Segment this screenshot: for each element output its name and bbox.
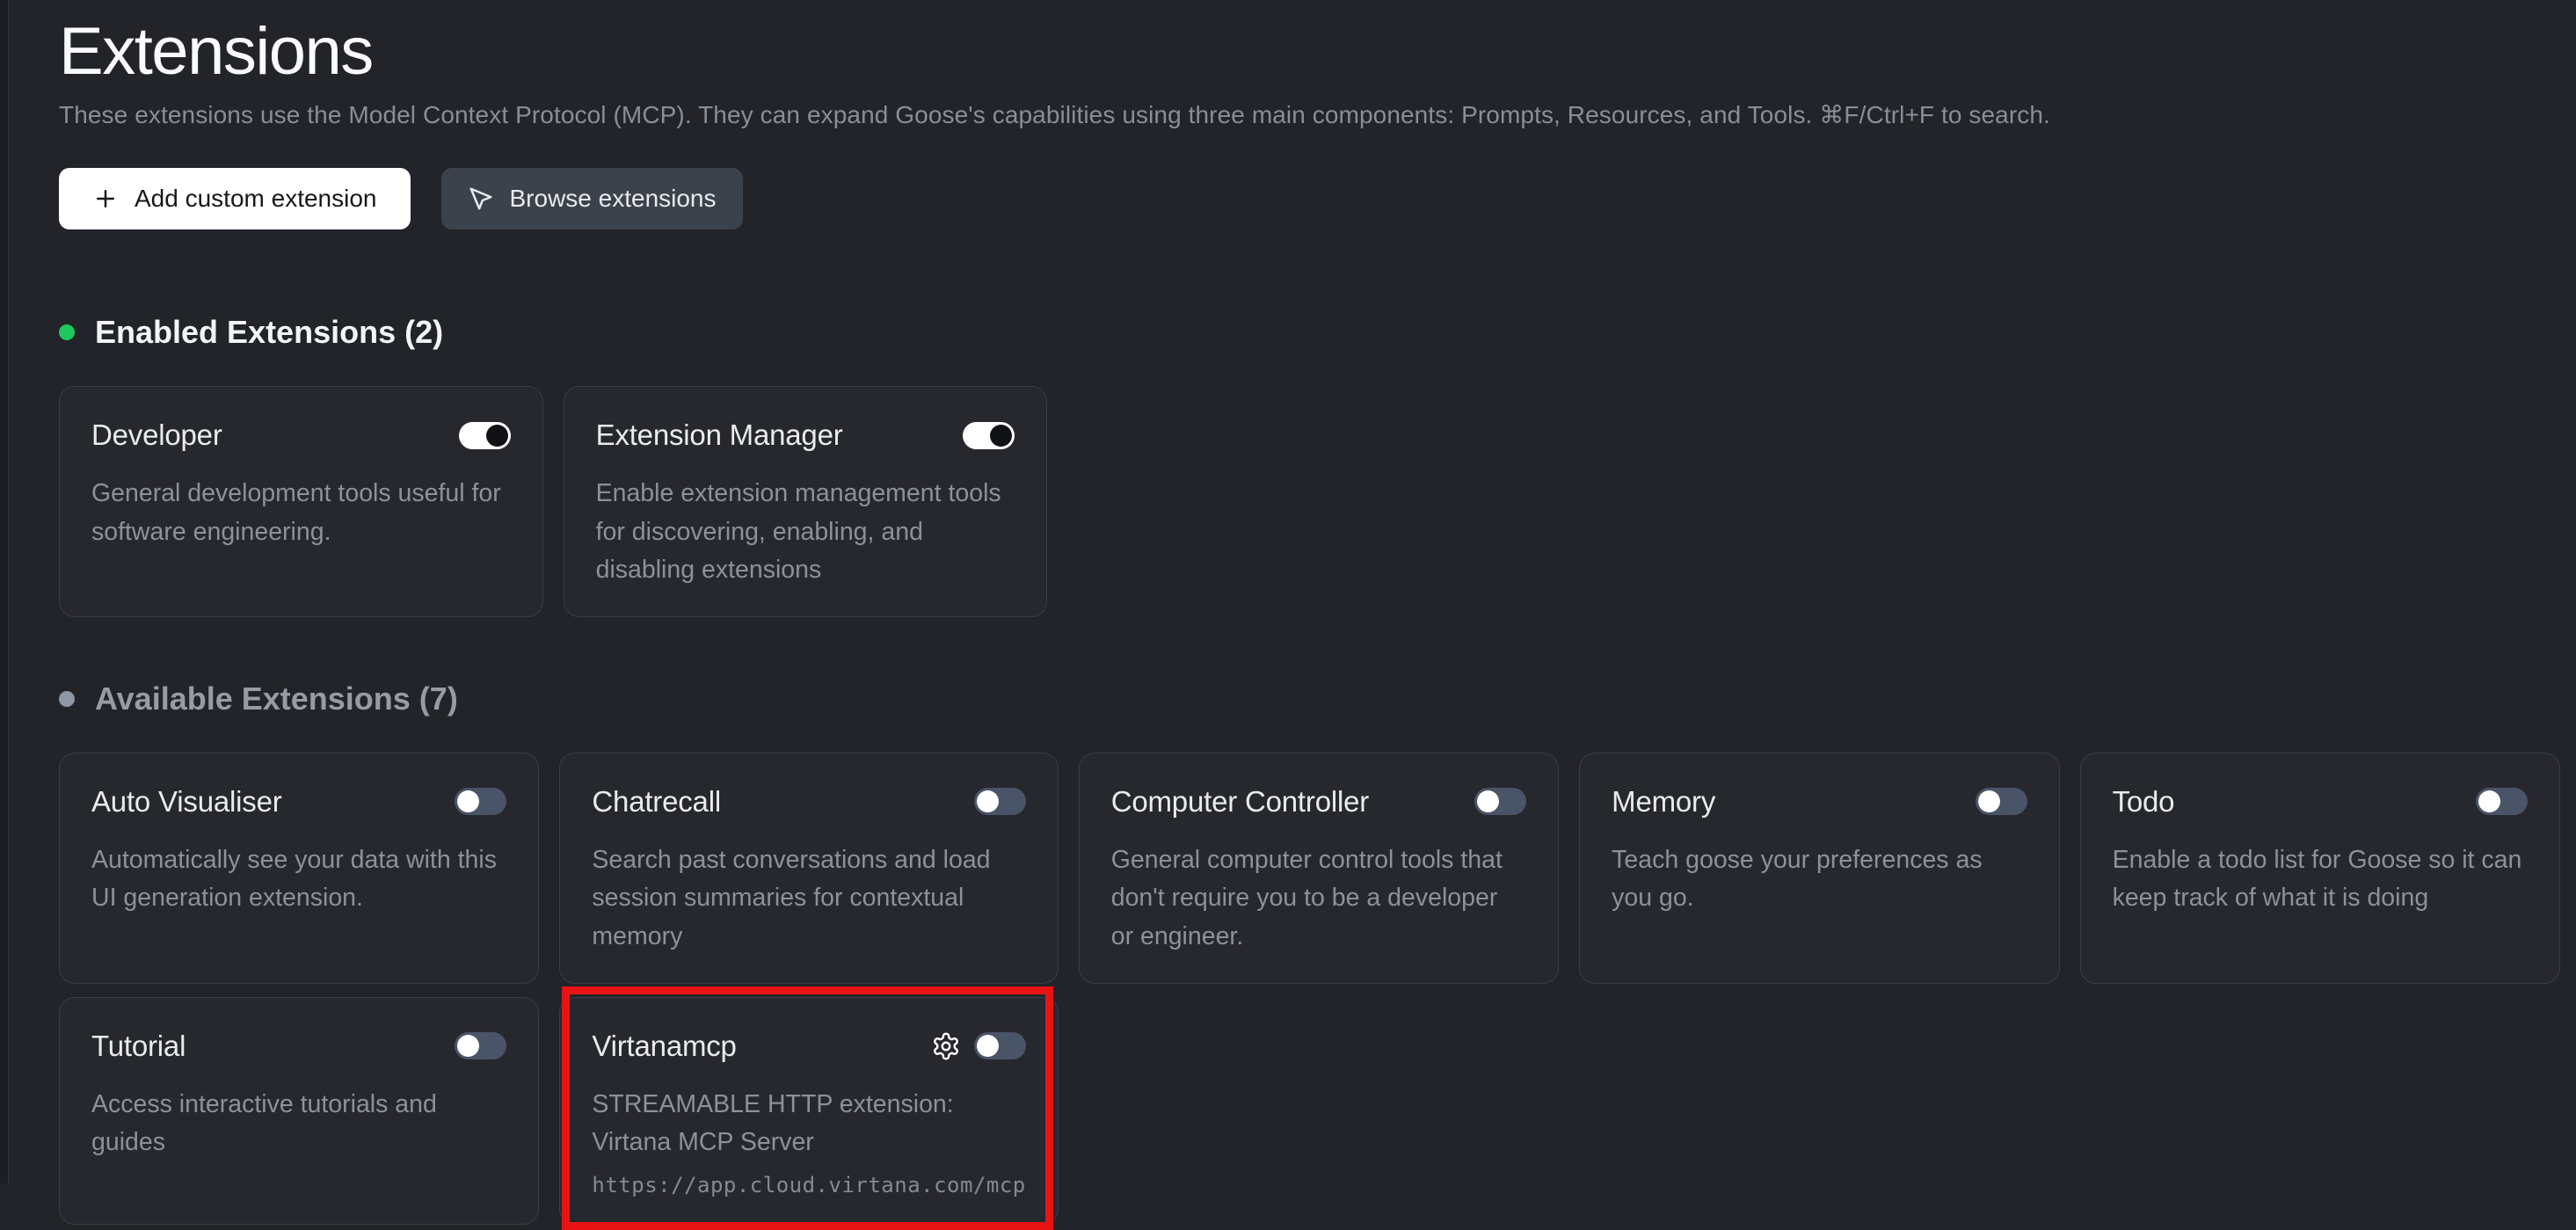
extension-card-tutorial: Tutorial Access interactive tutorials an… xyxy=(59,996,540,1225)
developer-toggle[interactable] xyxy=(458,421,511,449)
gear-icon[interactable] xyxy=(931,1031,961,1061)
add-custom-extension-button[interactable]: Add custom extension xyxy=(59,168,411,230)
available-section-label: Available Extensions (7) xyxy=(95,680,458,717)
extension-card-computer-controller: Computer Controller General computer con… xyxy=(1078,752,1560,984)
available-extensions-grid: Auto Visualiser Automatically see your d… xyxy=(59,752,2560,1230)
extension-url: https://app.cloud.virtana.com/mcp xyxy=(592,1172,1026,1197)
extension-title: Todo xyxy=(2112,784,2175,818)
extension-description: Teach goose your preferences as you go. xyxy=(1612,845,1983,913)
browse-extensions-label: Browse extensions xyxy=(509,185,717,213)
extension-card-todo: Todo Enable a todo list for Goose so it … xyxy=(2079,752,2560,984)
extension-title: Memory xyxy=(1612,784,1716,818)
extension-title: Auto Visualiser xyxy=(91,784,282,818)
enabled-section-label: Enabled Extensions (2) xyxy=(95,314,444,351)
plus-icon xyxy=(92,186,119,212)
extension-manager-toggle[interactable] xyxy=(963,421,1015,449)
page-subtitle: These extensions use the Model Context P… xyxy=(59,101,2050,129)
enabled-extensions-grid: Developer General development tools usef… xyxy=(59,386,2560,617)
extension-description: Enable extension management tools for di… xyxy=(595,479,1001,585)
computer-controller-toggle[interactable] xyxy=(1474,788,1527,816)
extension-title: Chatrecall xyxy=(592,784,721,818)
extension-title: Computer Controller xyxy=(1110,784,1370,818)
extension-description: General development tools useful for sof… xyxy=(91,479,501,546)
extension-description: Access interactive tutorials and guides xyxy=(91,1089,437,1157)
available-status-dot xyxy=(59,690,75,707)
extension-title: Developer xyxy=(91,418,222,452)
extension-card-extension-manager: Extension Manager Enable extension manag… xyxy=(563,386,1048,617)
window-left-edge xyxy=(0,0,9,1183)
tutorial-toggle[interactable] xyxy=(455,1032,507,1060)
extension-title: Tutorial xyxy=(91,1029,186,1062)
extension-card-auto-visualiser: Auto Visualiser Automatically see your d… xyxy=(59,752,540,984)
chatrecall-toggle[interactable] xyxy=(973,788,1026,816)
extension-card-memory: Memory Teach goose your preferences as y… xyxy=(1579,752,2060,984)
page-title: Extensions xyxy=(59,14,374,89)
enabled-section-header: Enabled Extensions (2) xyxy=(59,314,2560,351)
auto-visualiser-toggle[interactable] xyxy=(455,788,507,816)
enabled-status-dot xyxy=(59,324,75,341)
extension-card-chatrecall: Chatrecall Search past conversations and… xyxy=(559,752,1059,984)
available-section-header: Available Extensions (7) xyxy=(59,681,2560,717)
extension-description: Enable a todo list for Goose so it can k… xyxy=(2112,845,2522,913)
extension-card-virtanamcp: Virtanamcp STREAMABLE HTTP extension: Vi… xyxy=(559,986,1059,1230)
extensions-page: Extensions These extensions use the Mode… xyxy=(0,0,2576,1230)
extension-description: STREAMABLE HTTP extension: Virtana MCP S… xyxy=(592,1089,954,1157)
toolbar: Add custom extension Browse extensions xyxy=(59,168,2560,230)
extension-card-developer: Developer General development tools usef… xyxy=(59,386,543,617)
memory-toggle[interactable] xyxy=(1975,788,2027,816)
extension-description: Automatically see your data with this UI… xyxy=(91,845,497,913)
extension-description: General computer control tools that don'… xyxy=(1110,845,1503,951)
extension-description: Search past conversations and load sessi… xyxy=(592,845,991,951)
extension-title: Extension Manager xyxy=(595,418,843,452)
virtanamcp-toggle[interactable] xyxy=(973,1032,1026,1060)
send-icon xyxy=(468,186,494,212)
browse-extensions-button[interactable]: Browse extensions xyxy=(440,168,743,230)
extension-title: Virtanamcp xyxy=(592,1029,737,1062)
add-custom-extension-label: Add custom extension xyxy=(135,185,377,213)
todo-toggle[interactable] xyxy=(2476,788,2528,816)
